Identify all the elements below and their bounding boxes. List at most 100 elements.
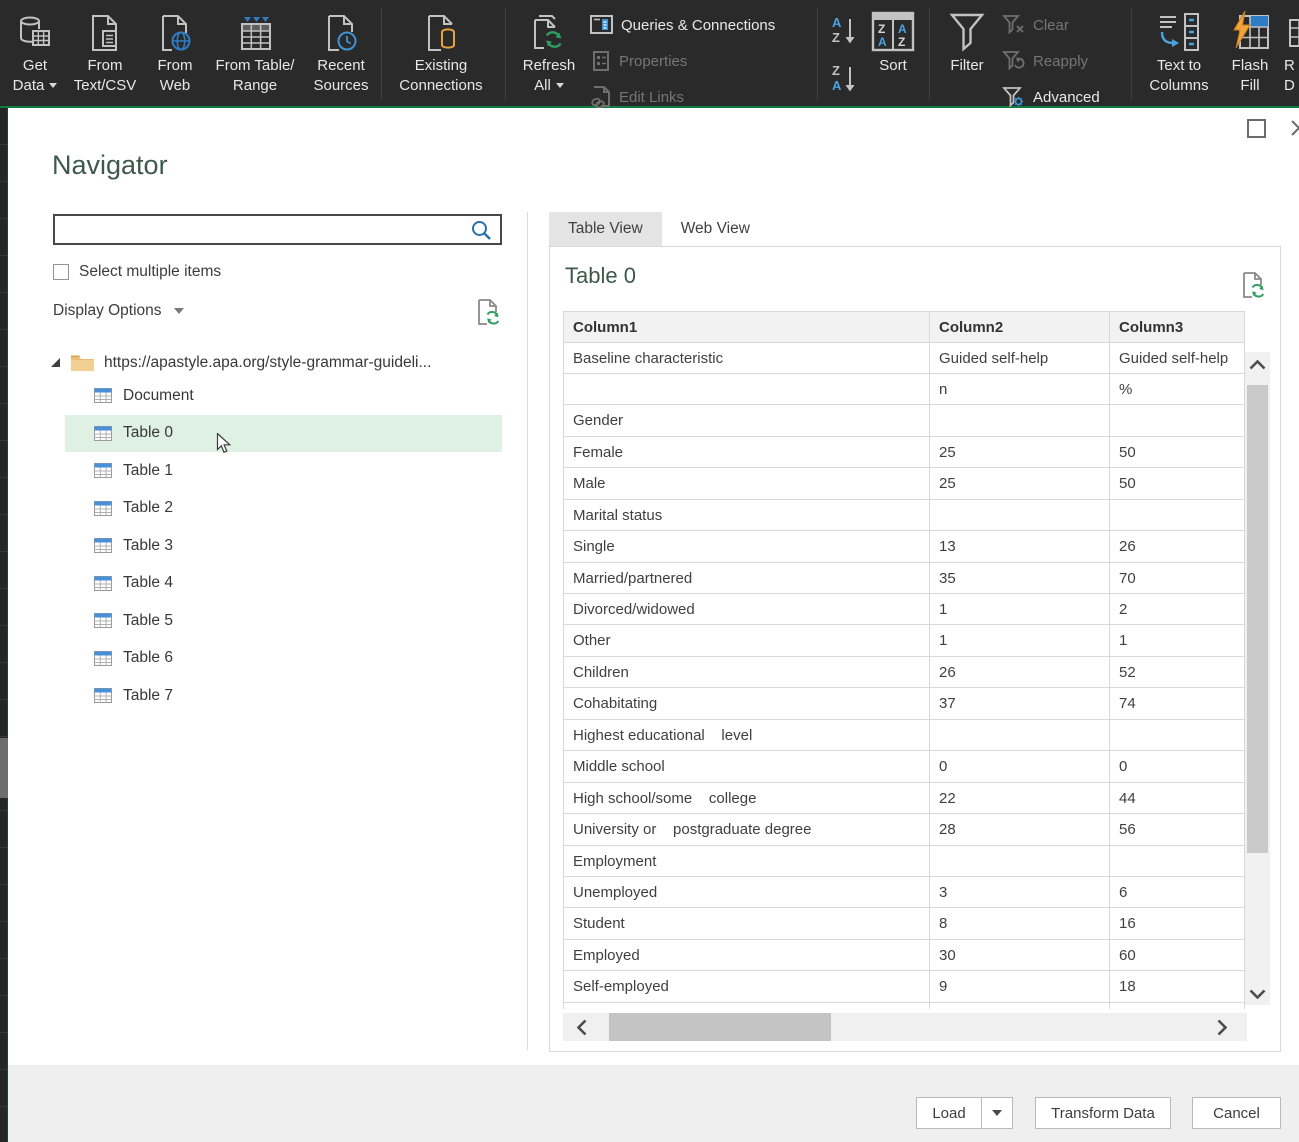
recent-sources-button[interactable]: Recent Sources [306, 2, 376, 104]
transform-data-button[interactable]: Transform Data [1035, 1097, 1171, 1129]
search-box[interactable] [53, 214, 502, 245]
select-multiple-label: Select multiple items [79, 263, 221, 281]
properties-button: Properties [590, 48, 687, 74]
table-icon [94, 688, 112, 703]
table-cell: Male [563, 468, 930, 499]
from-web-button[interactable]: From Web [146, 2, 204, 104]
text-to-columns-label-2: Columns [1144, 76, 1214, 96]
table-cell: Single [563, 531, 930, 562]
existing-connections-label-2: Connections [386, 76, 496, 96]
scroll-right-icon[interactable] [1217, 1019, 1227, 1036]
table-cell: 26 [930, 657, 1110, 688]
tab-table-view[interactable]: Table View [549, 212, 662, 246]
search-icon[interactable] [470, 219, 494, 243]
scroll-down-icon[interactable] [1249, 989, 1266, 999]
edit-links-label: Edit Links [619, 89, 684, 106]
tree-expand-icon[interactable] [50, 357, 61, 368]
reapply-filter-icon [1002, 50, 1026, 72]
queries-connections-button[interactable]: Queries & Connections [590, 12, 775, 38]
get-data-label-1: Get [4, 56, 66, 76]
refresh-all-button[interactable]: Refresh All [510, 2, 588, 104]
reapply-filter-label: Reapply [1033, 53, 1088, 70]
tab-web-view[interactable]: Web View [662, 212, 769, 246]
remove-duplicates-label-1: R [1284, 56, 1299, 76]
table-cell: University or postgraduate degree [563, 814, 930, 845]
tree-item-table-0[interactable]: Table 0 [65, 415, 502, 453]
flash-fill-button[interactable]: Flash Fill [1222, 2, 1278, 104]
remove-duplicates-icon [1284, 2, 1299, 56]
load-button[interactable]: Load [916, 1097, 982, 1129]
table-cell: 0 [1110, 751, 1245, 782]
cancel-button[interactable]: Cancel [1192, 1097, 1281, 1129]
table-cell: 9 [930, 971, 1110, 1002]
tree-item-table-4[interactable]: Table 4 [65, 565, 502, 603]
tree-root-folder[interactable]: https://apastyle.apa.org/style-grammar-g… [8, 344, 508, 381]
refresh-tree-icon[interactable] [476, 298, 502, 326]
table-cell [1110, 846, 1245, 877]
sort-descending-button[interactable]: Z A [830, 62, 860, 98]
tree-item-table-2[interactable]: Table 2 [65, 490, 502, 528]
remove-duplicates-button-clipped[interactable]: R D [1284, 2, 1299, 104]
load-dropdown-button[interactable] [981, 1097, 1013, 1129]
display-options-dropdown[interactable]: Display Options [53, 302, 184, 320]
tree-item-table-3[interactable]: Table 3 [65, 527, 502, 565]
svg-text:Z: Z [898, 35, 905, 49]
table-icon [94, 538, 112, 553]
tree-item-table-5[interactable]: Table 5 [65, 602, 502, 640]
from-text-csv-icon [66, 2, 144, 56]
preview-header-row: Column1Column2Column3 [563, 311, 1247, 343]
table-cell: Self-employed [563, 971, 930, 1002]
table-icon [94, 576, 112, 591]
recent-sources-label-1: Recent [306, 56, 376, 76]
table-cell: 52 [1110, 657, 1245, 688]
pane-divider [527, 212, 528, 1050]
vertical-scrollbar-thumb[interactable] [1247, 385, 1268, 853]
advanced-filter-button[interactable]: Advanced [1002, 84, 1100, 110]
refresh-all-label-2: All [534, 77, 551, 94]
from-table-range-label-2: Range [204, 76, 306, 96]
horizontal-scrollbar-thumb[interactable] [609, 1013, 831, 1041]
svg-text:Z: Z [832, 30, 840, 45]
tree-item-table-6[interactable]: Table 6 [65, 640, 502, 678]
table-cell: 13 [930, 531, 1110, 562]
clear-filter-label: Clear [1033, 17, 1069, 34]
filter-button[interactable]: Filter [936, 2, 998, 104]
restore-window-icon[interactable] [1247, 119, 1266, 138]
remove-duplicates-label-2: D [1284, 76, 1299, 96]
sort-button[interactable]: Z A A Z Sort [864, 2, 922, 104]
tree-item-document[interactable]: Document [65, 377, 502, 415]
tree-item-table-1[interactable]: Table 1 [65, 452, 502, 490]
table-cell: 60 [1110, 940, 1245, 971]
existing-connections-button[interactable]: Existing Connections [386, 2, 496, 104]
scroll-up-icon[interactable] [1249, 360, 1266, 370]
preview-table: Column1Column2Column3 Baseline character… [563, 311, 1247, 1009]
from-table-range-button[interactable]: From Table/ Range [204, 2, 306, 104]
close-icon[interactable] [1289, 118, 1299, 138]
tree-item-label: Table 1 [123, 462, 173, 480]
text-to-columns-button[interactable]: Text to Columns [1144, 2, 1214, 104]
refresh-preview-icon[interactable] [1241, 271, 1267, 299]
get-data-button[interactable]: Get Data [4, 2, 66, 104]
tree-item-table-7[interactable]: Table 7 [65, 677, 502, 715]
search-input[interactable] [59, 218, 473, 243]
from-text-csv-label-2: Text/CSV [66, 76, 144, 96]
table-row: Single1326 [563, 531, 1247, 562]
table-row: Student816 [563, 908, 1247, 939]
table-cell: 25 [930, 437, 1110, 468]
column-header: Column3 [1110, 311, 1245, 343]
vertical-scrollbar[interactable] [1245, 352, 1270, 1005]
table-row-partial [563, 1003, 1247, 1009]
horizontal-scrollbar[interactable] [563, 1013, 1247, 1041]
from-text-csv-button[interactable]: From Text/CSV [66, 2, 144, 104]
sort-ascending-button[interactable]: A Z [830, 14, 860, 50]
ribbon-divider [505, 8, 506, 100]
table-cell: 2 [1110, 594, 1245, 625]
table-cell [1110, 1003, 1245, 1009]
table-cell: 35 [930, 563, 1110, 594]
select-multiple-checkbox[interactable] [53, 264, 69, 280]
tree-item-label: Table 6 [123, 649, 173, 667]
table-cell: Unemployed [563, 877, 930, 908]
scroll-left-icon[interactable] [577, 1019, 587, 1036]
chevron-down-icon [556, 83, 564, 88]
display-options-label: Display Options [53, 302, 162, 319]
